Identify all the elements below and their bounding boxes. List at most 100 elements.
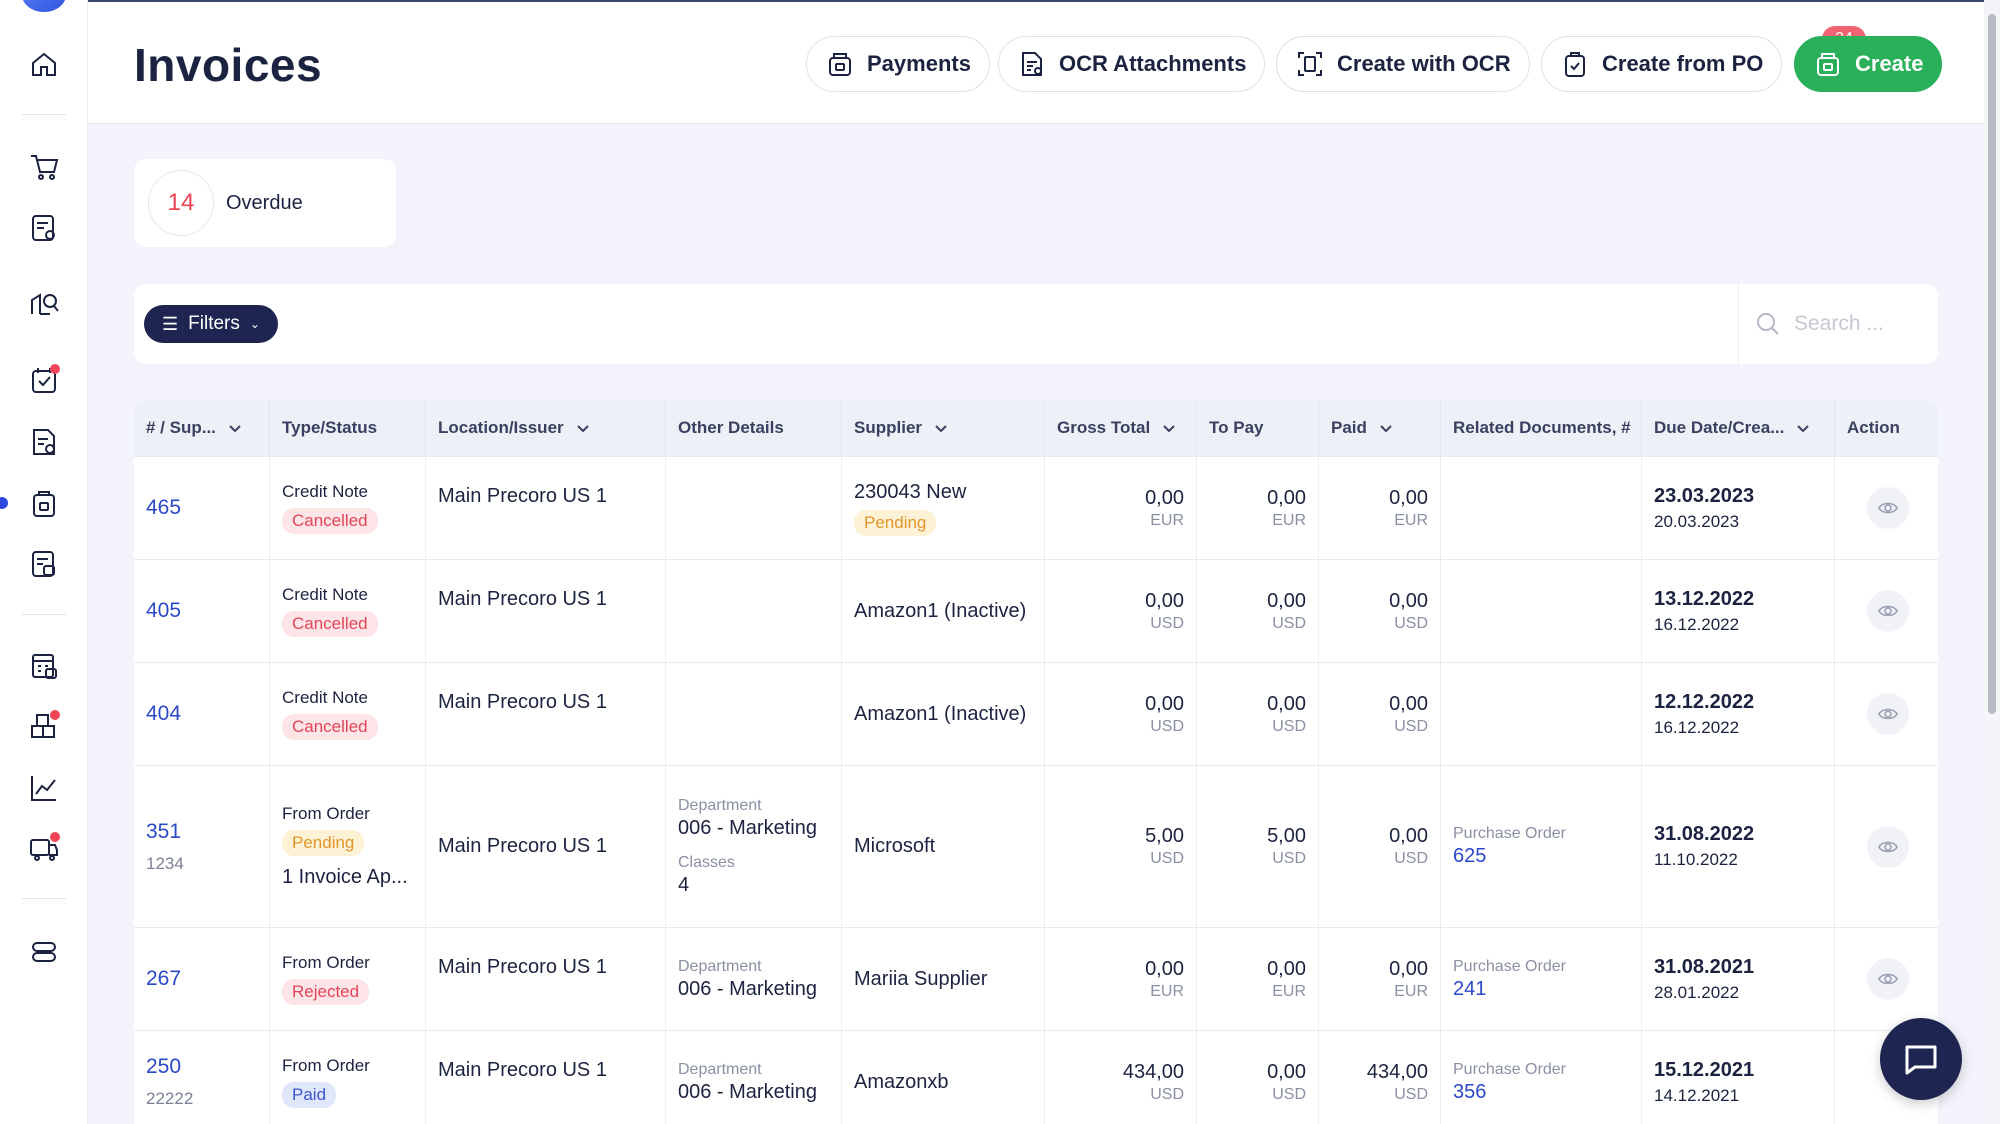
related-document-link[interactable]: 241 (1453, 978, 1641, 1001)
supplier-name: Mariia Supplier (854, 967, 988, 990)
view-button[interactable] (1867, 590, 1909, 632)
analytics-icon[interactable] (26, 770, 62, 806)
view-button[interactable] (1867, 487, 1909, 529)
column-header-paid[interactable]: Paid (1319, 400, 1441, 456)
supplier-cell: Amazonxb (842, 1031, 1045, 1124)
table-row[interactable]: 405 Credit Note Cancelled Main Precoro US… (134, 559, 1938, 662)
overdue-card[interactable]: 14 Overdue (134, 159, 396, 247)
payments-button[interactable]: Payments (806, 36, 990, 92)
due-date-cell: 31.08.2022 11.10.2022 (1642, 766, 1835, 927)
column-header-number[interactable]: # / Sup... (134, 400, 270, 456)
eye-icon (1878, 502, 1898, 514)
column-header-gross-total[interactable]: Gross Total (1045, 400, 1197, 456)
column-header-location[interactable]: Location/Issuer (426, 400, 666, 456)
invoice-number-link[interactable]: 405 (146, 599, 269, 623)
other-details-cell: Department 006 - Marketing (666, 1031, 842, 1124)
column-header-due-date[interactable]: Due Date/Crea... (1642, 400, 1835, 456)
department-label: Department (678, 957, 762, 975)
number-cell: 250 22222 (134, 1031, 270, 1124)
department-value: 006 - Marketing (678, 1080, 817, 1103)
supplier-cell: Mariia Supplier (842, 928, 1045, 1030)
invoice-number-link[interactable]: 404 (146, 702, 269, 726)
location-cell: Main Precoro US 1 (426, 457, 666, 559)
gross-total-cell: 0,00 EUR (1045, 457, 1197, 559)
invoice-number-link[interactable]: 267 (146, 967, 269, 991)
notification-dot (50, 710, 60, 720)
gross-total-cell: 0,00 USD (1045, 663, 1197, 765)
supplier-cell: 230043 New Pending (842, 457, 1045, 559)
invoice-number-link[interactable]: 351 (146, 820, 269, 844)
home-icon[interactable] (26, 46, 62, 82)
eye-icon (1878, 973, 1898, 985)
ocr-attachments-button[interactable]: OCR Attachments (998, 36, 1266, 92)
type-status-cell: Credit Note Cancelled (270, 663, 426, 765)
document-icon (1022, 52, 1042, 76)
table-row[interactable]: 404 Credit Note Cancelled Main Precoro US… (134, 662, 1938, 765)
delivery-icon[interactable] (26, 830, 62, 866)
create-button[interactable]: Create (1794, 36, 1943, 92)
supplier-name: Amazon1 (Inactive) (854, 599, 1027, 622)
related-documents-cell: Purchase Order 241 (1441, 928, 1642, 1030)
related-document-link[interactable]: 625 (1453, 845, 1641, 868)
chevron-down-icon (576, 425, 589, 433)
status-badge: Cancelled (282, 508, 378, 534)
due-date-cell: 12.12.2022 16.12.2022 (1642, 663, 1835, 765)
chevron-down-icon (229, 425, 241, 433)
related-document-type: Purchase Order (1453, 1060, 1566, 1078)
action-cell (1835, 457, 1938, 559)
related-document-link[interactable]: 356 (1453, 1081, 1641, 1104)
sidebar-divider (22, 114, 66, 115)
column-header-supplier[interactable]: Supplier (842, 400, 1045, 456)
invoices-table: # / Sup... Type/Status Location/Issuer O… (134, 400, 1938, 1124)
receipt-icon[interactable] (26, 546, 62, 582)
table-row[interactable]: 465 Credit Note Cancelled Main Precoro US… (134, 456, 1938, 559)
create-with-ocr-button[interactable]: Create with OCR (1276, 36, 1530, 92)
create-from-po-button[interactable]: Create from PO (1541, 36, 1783, 92)
filters-label: Filters (188, 313, 240, 334)
sidebar (0, 0, 88, 1124)
department-value: 006 - Marketing (678, 977, 817, 1000)
chevron-down-icon (1797, 425, 1810, 433)
action-cell (1835, 663, 1938, 765)
budget-icon[interactable] (26, 648, 62, 684)
supplier-name: Microsoft (854, 835, 936, 857)
page-scrollbar[interactable] (1984, 0, 2000, 1124)
related-documents-cell (1441, 560, 1642, 662)
logo[interactable] (22, 0, 66, 12)
filters-button[interactable]: ☰ Filters ⌄ (144, 305, 278, 343)
number-cell: 465 (134, 457, 270, 559)
inventory-icon[interactable] (26, 708, 62, 744)
status-badge: Paid (282, 1082, 337, 1108)
supplier-search-icon[interactable] (26, 286, 62, 322)
invoice-icon[interactable] (26, 486, 62, 522)
table-row[interactable]: 250 22222 From Order Paid Main Precoro US … (134, 1030, 1938, 1124)
view-button[interactable] (1867, 826, 1909, 868)
wallet-icon (829, 53, 851, 76)
other-details-cell: Department 006 - Marketing Classes 4 (666, 766, 842, 927)
status-badge: Cancelled (282, 714, 378, 740)
supplier-status-badge: Pending (854, 509, 937, 536)
related-documents-cell: Purchase Order 356 (1441, 1031, 1642, 1124)
chat-button[interactable] (1880, 1018, 1962, 1100)
supplier-name: Amazonxb (854, 1070, 949, 1093)
search-icon (1757, 313, 1779, 335)
requisition-icon[interactable] (26, 210, 62, 246)
type-label: From Order (282, 804, 370, 823)
approval-icon[interactable] (26, 362, 62, 398)
cart-icon[interactable] (26, 148, 62, 184)
settings-icon[interactable] (26, 934, 62, 970)
view-button[interactable] (1867, 958, 1909, 1000)
invoice-number-link[interactable]: 250 (146, 1055, 269, 1079)
other-details-cell (666, 560, 842, 662)
supplier-cell: Amazon1 (Inactive) (842, 560, 1045, 662)
table-row[interactable]: 351 1234 From Order Pending 1 Invoice Ap...… (134, 765, 1938, 927)
to-pay-cell: 0,00 USD (1197, 1031, 1319, 1124)
scroll-thumb[interactable] (1988, 14, 1996, 714)
search-input[interactable] (1794, 302, 1924, 346)
table-row[interactable]: 267 From Order Rejected Main Precoro US 1… (134, 927, 1938, 1030)
document-check-icon[interactable] (26, 424, 62, 460)
location-cell: Main Precoro US 1 (426, 560, 666, 662)
due-date-cell: 15.12.2021 14.12.2021 (1642, 1031, 1835, 1124)
view-button[interactable] (1867, 693, 1909, 735)
invoice-number-link[interactable]: 465 (146, 496, 269, 520)
